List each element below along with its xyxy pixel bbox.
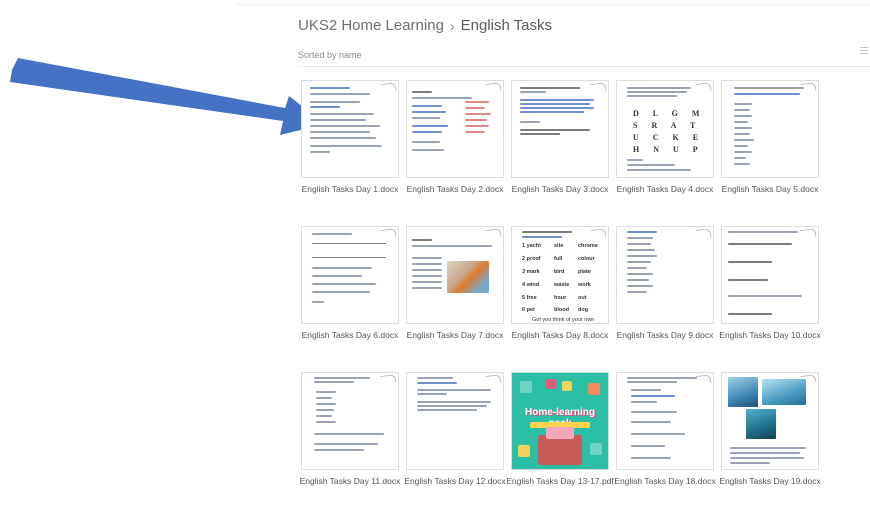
file-tile[interactable]: English Tasks Day 9.docx (616, 226, 714, 340)
file-name[interactable]: English Tasks Day 9.docx (606, 330, 724, 340)
file-tile[interactable]: English Tasks Day 18.docx (614, 372, 716, 486)
wordsearch-row: D L G M (633, 109, 706, 118)
file-tile[interactable]: English Tasks Day 6.docx (301, 226, 399, 340)
annotation-arrow (10, 58, 325, 135)
file-thumbnail[interactable] (511, 80, 609, 178)
file-thumbnail[interactable] (301, 80, 399, 178)
underwater-photo (762, 379, 806, 405)
file-name[interactable]: English Tasks Day 12.docx (396, 476, 514, 486)
file-name[interactable]: English Tasks Day 1.docx (291, 184, 409, 194)
file-tile[interactable]: English Tasks Day 12.docx (404, 372, 506, 486)
file-thumbnail[interactable] (406, 80, 504, 178)
file-name[interactable]: English Tasks Day 5.docx (711, 184, 829, 194)
file-tile[interactable]: English Tasks Day 19.docx (719, 372, 821, 486)
file-tile[interactable]: English Tasks Day 11.docx (300, 372, 400, 486)
breadcrumb: UKS2 Home Learning › English Tasks (298, 17, 552, 34)
file-tile[interactable]: English Tasks Day 2.docx (406, 80, 504, 194)
file-tile[interactable]: English Tasks Day 7.docx (406, 226, 504, 340)
file-thumbnail[interactable] (406, 226, 504, 324)
file-thumbnail[interactable]: 1 yacht site chrome 2 proof full colour … (511, 226, 609, 324)
file-name[interactable]: English Tasks Day 10.docx (711, 330, 829, 340)
file-tile[interactable]: English Tasks Day 3.docx (511, 80, 609, 194)
header-divider (298, 66, 870, 67)
wordsearch-row: H N U P (633, 145, 704, 154)
wordsearch-row: U C K E (633, 133, 705, 142)
underwater-photo (746, 409, 776, 439)
wordsearch-row: S R A T (633, 121, 702, 130)
breadcrumb-parent-link[interactable]: UKS2 Home Learning (298, 17, 444, 34)
file-tile[interactable]: English Tasks Day 1.docx (301, 80, 399, 194)
file-thumbnail[interactable] (721, 372, 819, 470)
file-thumbnail[interactable] (721, 80, 819, 178)
file-name[interactable]: English Tasks Day 6.docx (291, 330, 409, 340)
fox-photo (447, 261, 489, 293)
file-tile[interactable]: English Tasks Day 5.docx (721, 80, 819, 194)
file-tile[interactable]: English Tasks Day 10.docx (719, 226, 821, 340)
file-name[interactable]: English Tasks Day 2.docx (396, 184, 514, 194)
file-thumbnail[interactable] (616, 372, 714, 470)
underwater-photo (728, 377, 758, 407)
file-tile[interactable]: Home-learning pack English Tasks Day 13-… (506, 372, 614, 486)
list-view-icon[interactable] (860, 47, 868, 56)
file-thumbnail[interactable] (406, 372, 504, 470)
file-name[interactable]: English Tasks Day 18.docx (606, 476, 724, 486)
file-tile[interactable]: 1 yacht site chrome 2 proof full colour … (511, 226, 609, 340)
file-name[interactable]: English Tasks Day 3.docx (501, 184, 619, 194)
file-thumbnail[interactable] (301, 226, 399, 324)
top-border (237, 4, 870, 5)
chevron-right-icon: › (449, 17, 455, 34)
file-thumbnail[interactable] (721, 226, 819, 324)
file-name[interactable]: English Tasks Day 4.docx (606, 184, 724, 194)
file-thumbnail[interactable] (616, 226, 714, 324)
file-thumbnail[interactable]: D L G M S R A T U C K E H N U P (616, 80, 714, 178)
file-name[interactable]: English Tasks Day 8.docx (501, 330, 619, 340)
breadcrumb-current: English Tasks (460, 17, 553, 34)
file-thumbnail[interactable]: Home-learning pack (511, 372, 609, 470)
file-name[interactable]: English Tasks Day 7.docx (396, 330, 514, 340)
file-name[interactable]: English Tasks Day 11.docx (291, 476, 409, 486)
file-name[interactable]: English Tasks Day 19.docx (711, 476, 829, 486)
file-thumbnail[interactable] (301, 372, 399, 470)
file-name[interactable]: English Tasks Day 13-17.pdf (501, 476, 619, 486)
sort-label[interactable]: Sorted by name (298, 50, 362, 60)
file-tile[interactable]: D L G M S R A T U C K E H N U P English … (616, 80, 714, 194)
